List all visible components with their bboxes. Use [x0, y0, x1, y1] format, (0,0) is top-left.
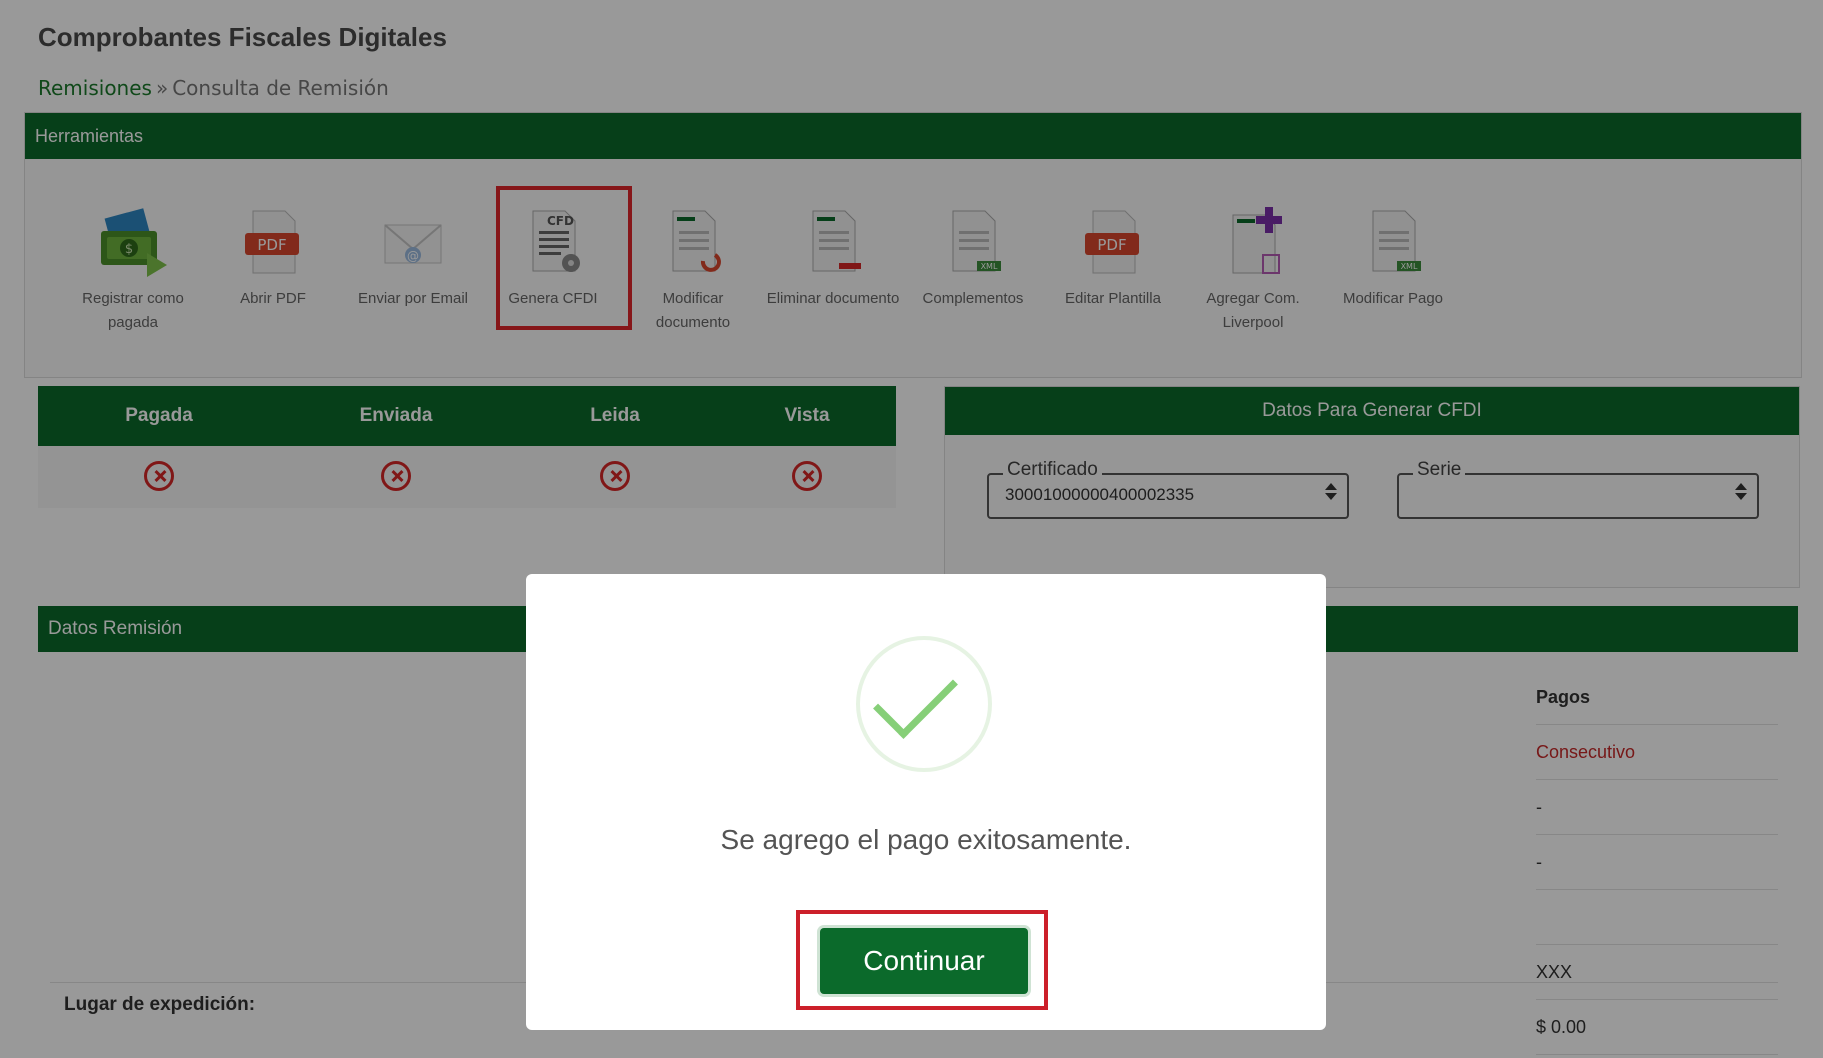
success-check-icon	[856, 636, 992, 772]
success-modal: Se agrego el pago exitosamente. Continua…	[526, 574, 1326, 1030]
modal-message: Se agrego el pago exitosamente.	[720, 824, 1132, 855]
continuar-highlight: Continuar	[796, 910, 1048, 1010]
continuar-button[interactable]: Continuar	[820, 928, 1028, 994]
